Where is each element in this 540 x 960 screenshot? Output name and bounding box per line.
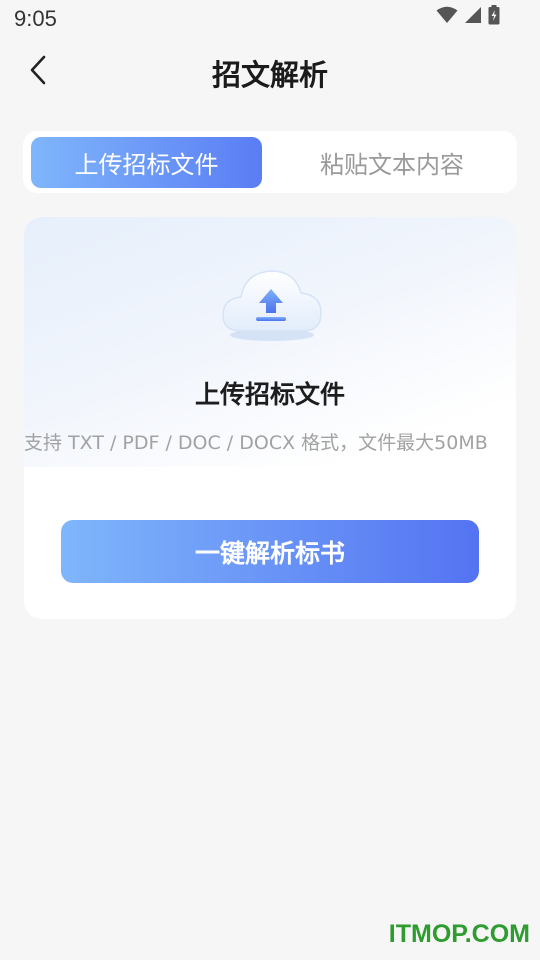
wifi-icon bbox=[436, 6, 458, 28]
tab-upload-file[interactable]: 上传招标文件 bbox=[31, 137, 262, 188]
status-time: 9:05 bbox=[14, 6, 57, 31]
upload-title: 上传招标文件 bbox=[194, 380, 345, 409]
format-hint: 支持 TXT / PDF / DOC / DOCX 格式，文件最大50MB bbox=[24, 432, 488, 454]
source-tab-group: 上传招标文件 粘贴文本内容 bbox=[23, 131, 517, 193]
app-header: 招文解析 bbox=[0, 40, 540, 104]
upload-card: 上传招标文件 支持 TXT / PDF / DOC / DOCX 格式，文件最大… bbox=[24, 217, 516, 619]
battery-icon bbox=[488, 5, 500, 29]
signal-icon bbox=[464, 6, 482, 28]
watermark: ITMOP.COM bbox=[388, 920, 530, 948]
status-icons bbox=[436, 5, 500, 29]
cloud-upload-icon[interactable] bbox=[217, 259, 327, 345]
tab-paste-text[interactable]: 粘贴文本内容 bbox=[279, 137, 505, 188]
page-title: 招文解析 bbox=[211, 58, 328, 92]
parse-bid-button[interactable]: 一键解析标书 bbox=[61, 520, 479, 583]
status-bar: 9:05 bbox=[0, 0, 540, 38]
